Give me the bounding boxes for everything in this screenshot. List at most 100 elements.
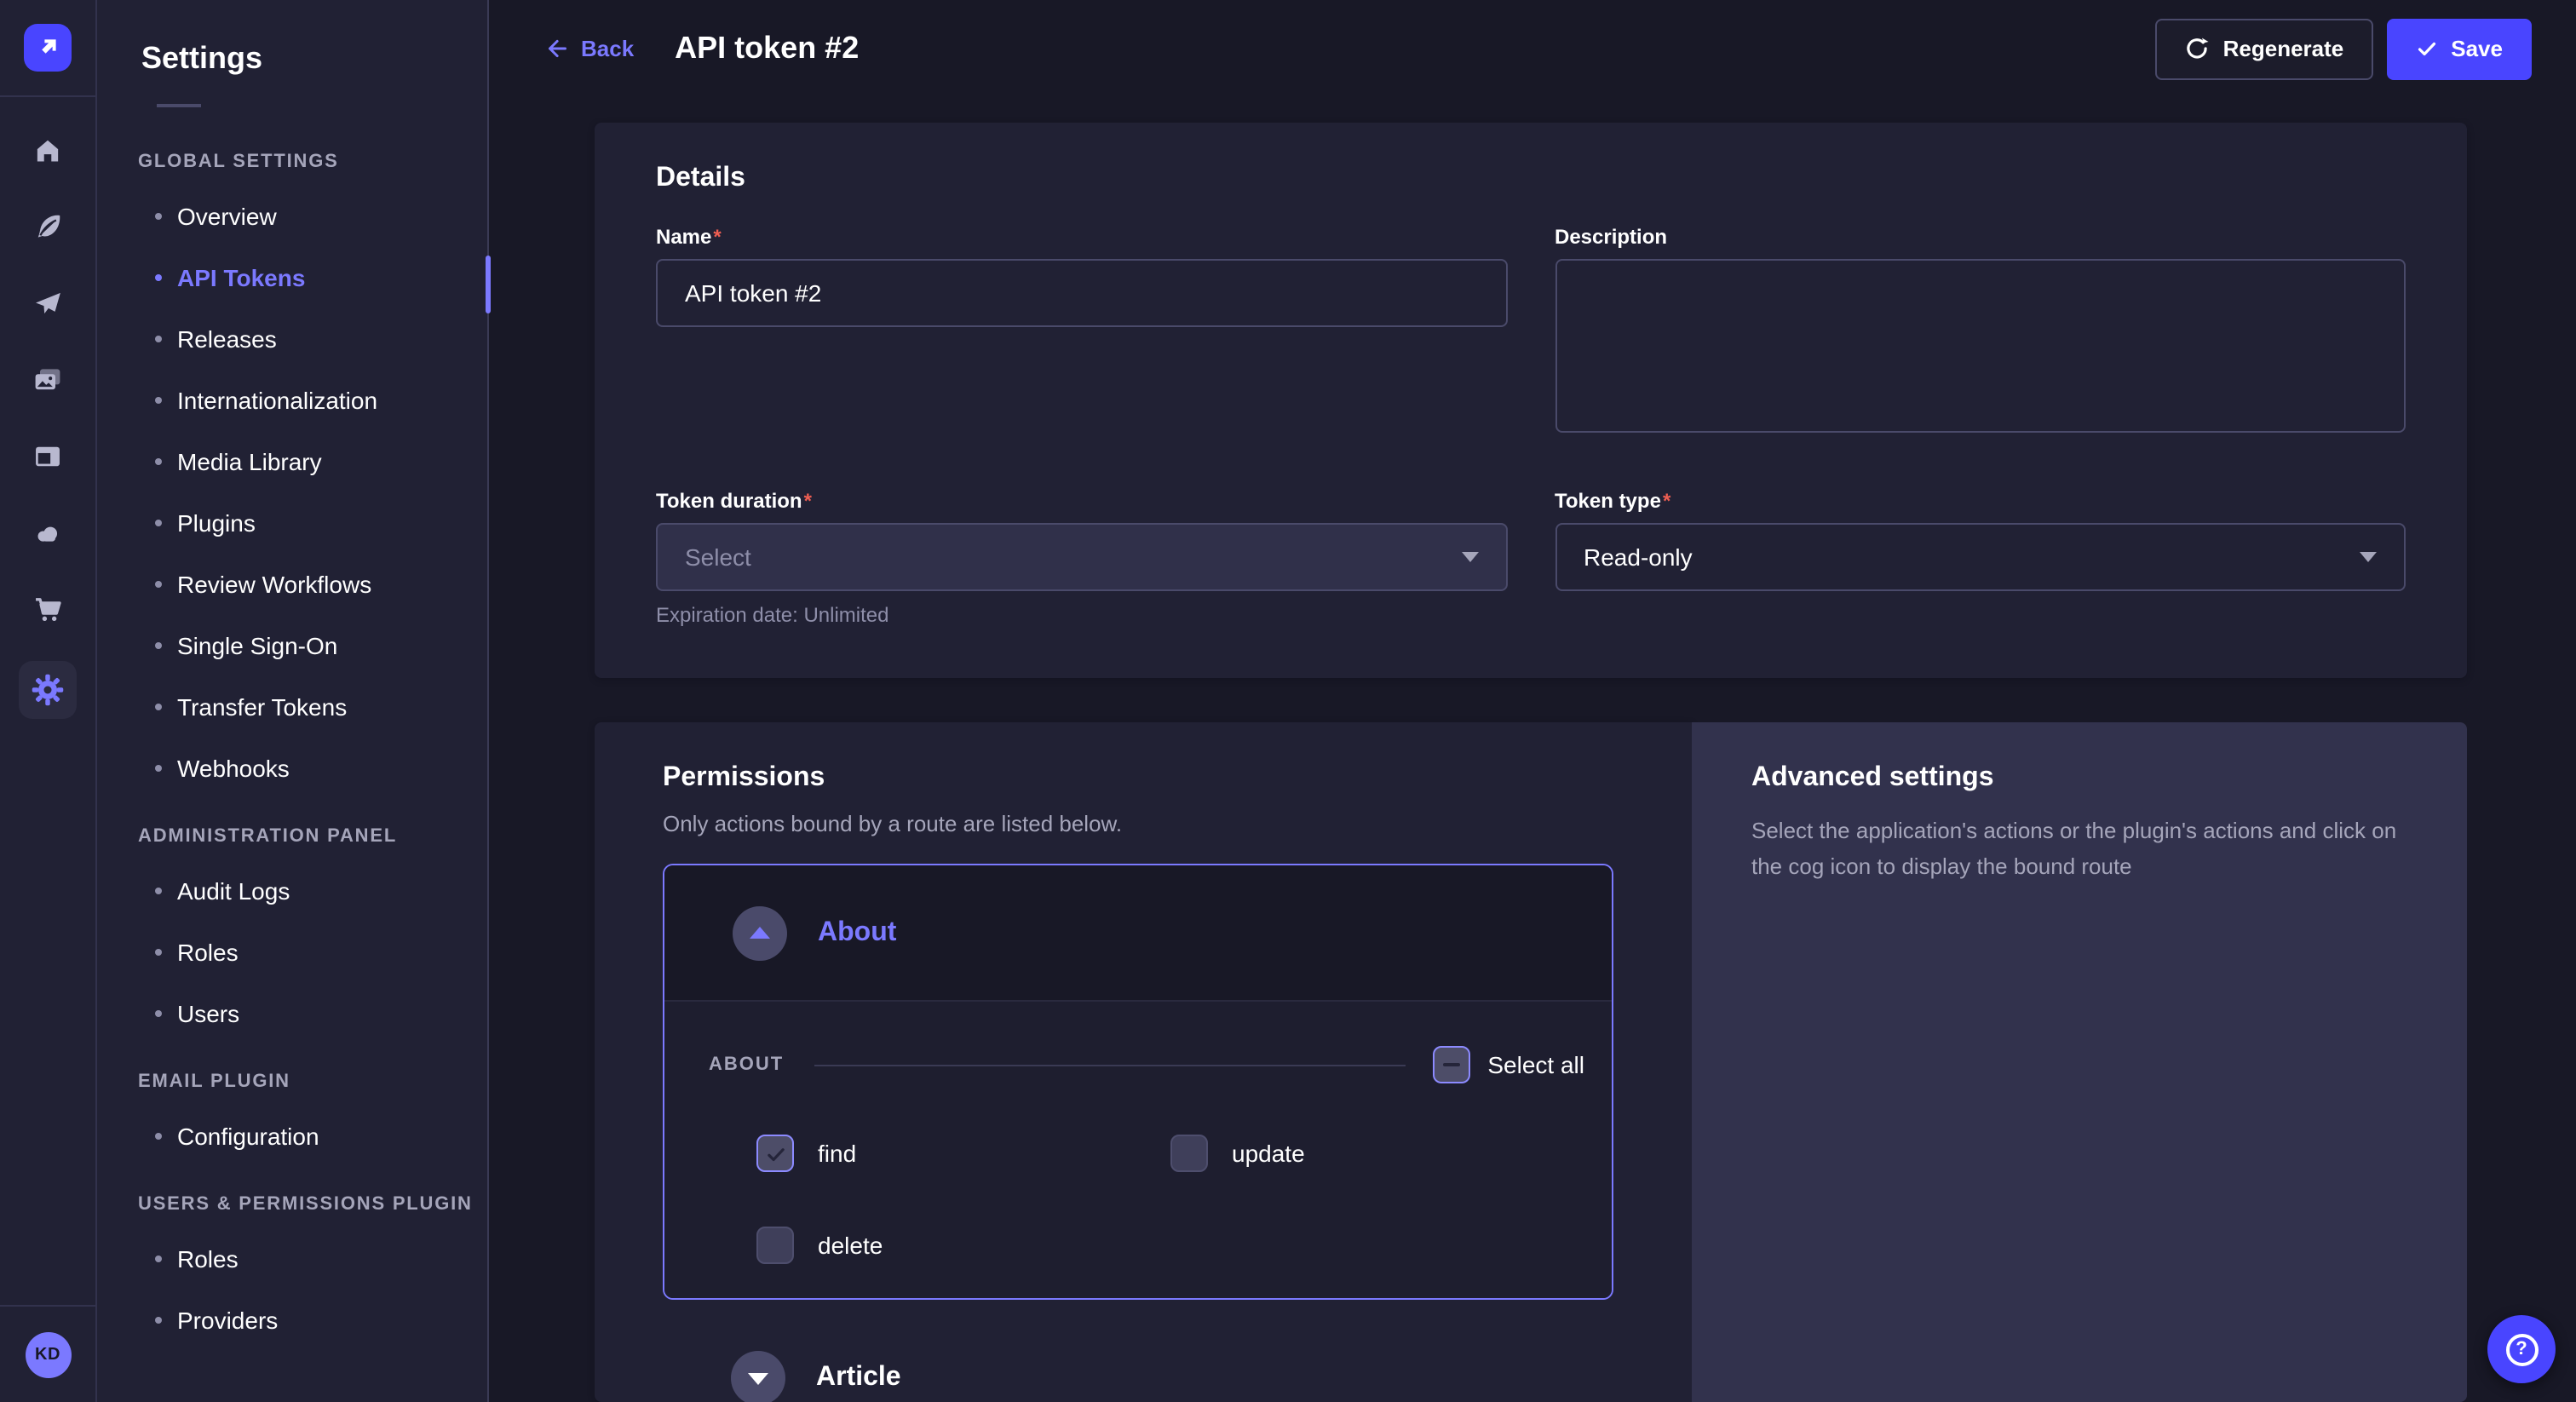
back-link[interactable]: Back <box>543 36 634 61</box>
select-all-label: Select all <box>1487 1051 1584 1078</box>
nav-section-label: GLOBAL SETTINGS <box>138 152 487 172</box>
token-duration-label: Token duration* <box>656 489 1507 513</box>
action-delete[interactable]: delete <box>756 1227 1170 1264</box>
media-library-icon[interactable] <box>22 354 73 405</box>
save-button[interactable]: Save <box>2386 18 2532 79</box>
settings-icon[interactable] <box>19 661 77 719</box>
nav-section-administration-panel: ADMINISTRATION PANEL Audit Logs Roles Us… <box>97 826 487 1044</box>
advanced-settings-title: Advanced settings <box>1751 763 2423 794</box>
nav-section-users-permissions-plugin: USERS & PERMISSIONS PLUGIN Roles Provide… <box>97 1194 487 1351</box>
delete-checkbox[interactable] <box>756 1227 794 1264</box>
token-duration-field-group: Token duration* Select Expiration date: … <box>656 489 1507 627</box>
active-item-indicator <box>486 256 491 313</box>
bullet-icon <box>155 642 162 649</box>
header-actions: Regenerate Save <box>2155 18 2532 79</box>
description-field-group: Description <box>1555 225 2406 441</box>
advanced-settings-description: Select the application's actions or the … <box>1751 814 2416 885</box>
deploy-icon[interactable] <box>22 278 73 329</box>
token-type-value: Read-only <box>1584 543 1693 571</box>
user-avatar[interactable]: KD <box>25 1332 71 1378</box>
token-type-label: Token type* <box>1555 489 2406 513</box>
collapse-button[interactable] <box>733 905 787 960</box>
sidebar-item-up-providers[interactable]: Providers <box>97 1290 487 1351</box>
nav-section-global-settings: GLOBAL SETTINGS Overview API Tokens Rele… <box>97 152 487 799</box>
sidebar-item-api-tokens[interactable]: API Tokens <box>97 247 487 308</box>
question-mark-icon: ? <box>2505 1333 2538 1365</box>
sidebar-item-admin-roles[interactable]: Roles <box>97 922 487 983</box>
sidebar-item-email-configuration[interactable]: Configuration <box>97 1106 487 1167</box>
back-arrow-icon <box>543 36 569 61</box>
token-type-field-group: Token type* Read-only <box>1555 489 2406 627</box>
sidebar-item-single-sign-on[interactable]: Single Sign-On <box>97 615 487 676</box>
sidebar-item-overview[interactable]: Overview <box>97 186 487 247</box>
chevron-down-icon <box>1461 552 1478 562</box>
accordion-about-header[interactable]: About <box>664 865 1612 1000</box>
divider-line <box>814 1064 1406 1066</box>
icon-nav <box>19 97 77 719</box>
page-header: Back API token #2 Regenerate Save <box>489 0 2576 97</box>
help-button[interactable]: ? <box>2487 1315 2556 1383</box>
sidebar-item-releases[interactable]: Releases <box>97 308 487 370</box>
bullet-icon <box>155 274 162 281</box>
select-all-control[interactable]: Select all <box>1433 1046 1584 1083</box>
expand-button[interactable] <box>731 1351 785 1402</box>
nav-section-email-plugin: EMAIL PLUGIN Configuration <box>97 1072 487 1167</box>
sidebar-item-plugins[interactable]: Plugins <box>97 492 487 554</box>
description-textarea[interactable] <box>1555 259 2406 433</box>
sidebar-item-internationalization[interactable]: Internationalization <box>97 370 487 431</box>
accordion-article-header[interactable]: Article <box>663 1327 1613 1402</box>
name-field-group: Name* <box>656 225 1507 441</box>
sidebar-item-transfer-tokens[interactable]: Transfer Tokens <box>97 676 487 738</box>
chevron-up-icon <box>750 927 770 939</box>
cloud-icon[interactable] <box>22 508 73 559</box>
content-type-builder-icon[interactable] <box>22 201 73 252</box>
nav-section-label: USERS & PERMISSIONS PLUGIN <box>138 1194 487 1215</box>
main-area: Back API token #2 Regenerate Save <box>489 0 2576 1402</box>
content-manager-icon[interactable] <box>22 431 73 482</box>
home-icon[interactable] <box>22 124 73 175</box>
bullet-icon <box>155 1133 162 1140</box>
details-card: Details Name* Description Token duration… <box>595 123 2467 678</box>
permissions-title: Permissions <box>663 763 1613 794</box>
bullet-icon <box>155 888 162 894</box>
accordion-about-body: ABOUT Select all <box>664 1000 1612 1298</box>
permissions-card: Permissions Only actions bound by a rout… <box>595 722 1692 1402</box>
token-duration-hint: Expiration date: Unlimited <box>656 603 1507 627</box>
sidebar-item-audit-logs[interactable]: Audit Logs <box>97 860 487 922</box>
strapi-logo[interactable] <box>24 24 72 72</box>
accordion-about-label: About <box>818 917 896 948</box>
bullet-icon <box>155 581 162 588</box>
strapi-admin-app: KD Settings GLOBAL SETTINGS Overview API… <box>0 0 2576 1402</box>
token-type-select[interactable]: Read-only <box>1555 523 2406 591</box>
sidebar-item-webhooks[interactable]: Webhooks <box>97 738 487 799</box>
sidebar-item-media-library[interactable]: Media Library <box>97 431 487 492</box>
required-asterisk: * <box>713 225 721 249</box>
action-find[interactable]: find <box>756 1135 1170 1172</box>
token-duration-value: Select <box>685 543 751 571</box>
bullet-icon <box>155 520 162 526</box>
settings-sub-nav: Settings GLOBAL SETTINGS Overview API To… <box>97 0 489 1402</box>
page-title: API token #2 <box>675 31 859 66</box>
nav-section-label: EMAIL PLUGIN <box>138 1072 487 1092</box>
strapi-logo-glyph <box>34 34 61 61</box>
sidebar-item-review-workflows[interactable]: Review Workflows <box>97 554 487 615</box>
name-input[interactable] <box>656 259 1507 327</box>
regenerate-button[interactable]: Regenerate <box>2155 18 2373 79</box>
bullet-icon <box>155 397 162 404</box>
main-icon-sidebar: KD <box>0 0 97 1402</box>
sidebar-item-up-roles[interactable]: Roles <box>97 1228 487 1290</box>
sidebar-footer: KD <box>0 1305 95 1402</box>
chevron-down-icon <box>748 1372 768 1384</box>
nav-section-label: ADMINISTRATION PANEL <box>138 826 487 847</box>
token-duration-select[interactable]: Select <box>656 523 1507 591</box>
sidebar-item-admin-users[interactable]: Users <box>97 983 487 1044</box>
content-scroll-area[interactable]: Details Name* Description Token duration… <box>489 97 2576 1402</box>
bullet-icon <box>155 949 162 956</box>
bullet-icon <box>155 336 162 342</box>
select-all-checkbox[interactable] <box>1433 1046 1470 1083</box>
update-checkbox[interactable] <box>1170 1135 1208 1172</box>
marketplace-icon[interactable] <box>22 584 73 635</box>
action-update[interactable]: update <box>1170 1135 1584 1172</box>
find-checkbox[interactable] <box>756 1135 794 1172</box>
about-subsection-label: ABOUT <box>709 1054 784 1075</box>
